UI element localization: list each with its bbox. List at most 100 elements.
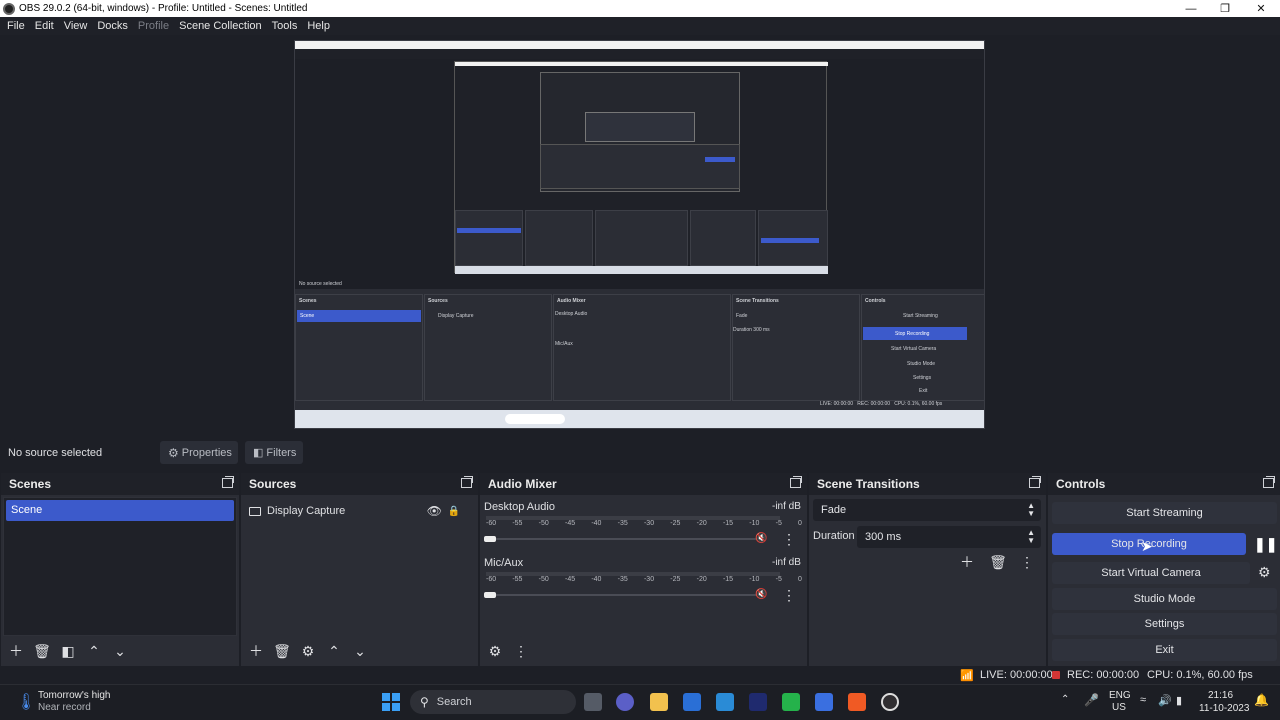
maximize-icon[interactable]: ❐ <box>1208 0 1242 17</box>
menu-tools[interactable]: Tools <box>267 20 303 32</box>
store-icon[interactable] <box>683 693 701 711</box>
lock-icon[interactable]: 🔒 <box>448 506 460 517</box>
volume-slider-handle[interactable] <box>484 536 496 542</box>
undock-icon[interactable] <box>1029 476 1041 488</box>
more-options-icon[interactable]: ⋮ <box>510 640 532 662</box>
menu-docks[interactable]: Docks <box>92 20 133 32</box>
filters-button[interactable]: ◧ Filters <box>245 441 303 464</box>
transition-select[interactable]: Fade ▲ ▼ <box>813 499 1041 521</box>
wifi-icon[interactable]: ≈ <box>1140 694 1146 706</box>
add-icon[interactable]: ＋ <box>956 551 978 573</box>
task-view-icon[interactable] <box>584 693 602 711</box>
menu-bar: File Edit View Docks Profile Scene Colle… <box>0 17 1280 35</box>
gear-icon[interactable]: ⚙ <box>297 640 319 662</box>
battery-icon[interactable]: ▮ <box>1176 694 1182 707</box>
menu-file[interactable]: File <box>2 20 30 32</box>
menu-edit[interactable]: Edit <box>30 20 59 32</box>
file-explorer-icon[interactable] <box>650 693 668 711</box>
preview-canvas[interactable]: No source selected Scenes Scene Sources … <box>294 40 985 429</box>
undock-icon[interactable] <box>1263 476 1275 488</box>
clock-time[interactable]: 21:16 <box>1208 690 1233 701</box>
minimize-icon[interactable]: — <box>1174 0 1208 17</box>
status-bar: 📶 LIVE: 00:00:00 REC: 00:00:00 CPU: 0.1%… <box>0 666 1280 684</box>
mouse-cursor-icon: ➤ <box>1141 538 1153 554</box>
muted-speaker-icon[interactable]: 🔇 <box>755 533 767 544</box>
volume-slider-handle[interactable] <box>484 592 496 598</box>
channel-name: Desktop Audio <box>484 501 555 513</box>
close-icon[interactable]: ✕ <box>1244 0 1278 17</box>
chevron-updown-icon: ▲ ▼ <box>1027 501 1035 518</box>
gear-icon: ⚙ <box>168 445 179 460</box>
language-line2[interactable]: US <box>1112 702 1126 713</box>
start-icon[interactable] <box>382 693 400 711</box>
move-up-icon[interactable]: ⌃ <box>83 640 105 662</box>
sources-list: Display Capture 👁 🔒 <box>243 497 476 636</box>
filter-icon[interactable]: ◧ <box>57 640 79 662</box>
sources-title: Sources <box>249 477 297 491</box>
teams-icon[interactable] <box>616 693 634 711</box>
add-icon[interactable]: ＋ <box>245 640 267 662</box>
vscode-icon[interactable] <box>716 693 734 711</box>
undock-icon[interactable] <box>461 476 473 488</box>
meter-scale: -60 -55 -50 -45 -40 -35 -30 -25 -20 -15 -10 -5 0 <box>486 576 802 583</box>
studio-mode-button[interactable]: Studio Mode <box>1052 588 1277 610</box>
more-options-icon[interactable]: ⋮ <box>1016 551 1038 573</box>
pause-icon[interactable]: ❚❚ <box>1254 536 1277 553</box>
channel-name: Mic/Aux <box>484 557 524 569</box>
move-down-icon[interactable]: ⌄ <box>109 640 131 662</box>
trash-icon[interactable]: 🗑 <box>271 640 293 662</box>
weather-line2[interactable]: Near record <box>38 702 91 713</box>
meter-scale: -60 -55 -50 -45 -40 -35 -30 -25 -20 -15 -10 -5 0 <box>486 520 802 527</box>
source-item[interactable]: Display Capture 👁 🔒 <box>249 502 470 520</box>
window-title: OBS 29.0.2 (64-bit, windows) - Profile: … <box>19 3 308 14</box>
menu-help[interactable]: Help <box>302 20 335 32</box>
scenes-title: Scenes <box>9 477 52 491</box>
gear-icon[interactable]: ⚙ <box>1258 564 1271 581</box>
taskbar-search[interactable]: ⚲ Search <box>410 690 576 714</box>
duration-spinbox[interactable]: 300 ms ▲ ▼ <box>857 526 1041 548</box>
trash-icon[interactable]: 🗑 <box>31 640 53 662</box>
audio-mixer-dock: Audio Mixer Desktop Audio -inf dB -60 -55… <box>479 473 807 666</box>
move-down-icon[interactable]: ⌄ <box>349 640 371 662</box>
start-streaming-button[interactable]: Start Streaming <box>1052 502 1277 524</box>
volume-icon[interactable]: 🔊 <box>1158 694 1172 707</box>
search-icon: ⚲ <box>420 695 429 709</box>
obs-icon[interactable] <box>881 693 899 711</box>
muted-speaker-icon[interactable]: 🔇 <box>755 589 767 600</box>
audio-mixer-title: Audio Mixer <box>488 477 557 491</box>
eye-icon[interactable]: 👁 <box>427 504 442 518</box>
menu-profile[interactable]: Profile <box>133 20 174 32</box>
undock-icon[interactable] <box>222 476 234 488</box>
clock-date[interactable]: 11-10-2023 <box>1199 703 1249 714</box>
microphone-icon[interactable]: 🎤 <box>1084 693 1099 707</box>
audio-settings-icon[interactable]: ⚙ <box>484 640 506 662</box>
more-options-icon[interactable]: ⋮ <box>782 531 796 548</box>
controls-dock: Controls Start Streaming Stop Recording … <box>1047 473 1280 666</box>
move-up-icon[interactable]: ⌃ <box>323 640 345 662</box>
add-icon[interactable]: ＋ <box>5 640 27 662</box>
brave-icon[interactable] <box>848 693 866 711</box>
weather-icon[interactable]: 🌡 <box>16 692 36 712</box>
selected-source-label: No source selected <box>8 447 103 459</box>
intellij-icon[interactable] <box>749 693 767 711</box>
settings-button[interactable]: Settings <box>1052 613 1277 635</box>
menu-scene-collection[interactable]: Scene Collection <box>174 20 267 32</box>
scene-item[interactable]: Scene <box>6 500 234 521</box>
start-virtual-camera-button[interactable]: Start Virtual Camera <box>1052 562 1250 584</box>
weather-line1[interactable]: Tomorrow's high <box>38 690 111 701</box>
volume-slider[interactable] <box>486 538 756 540</box>
more-options-icon[interactable]: ⋮ <box>782 587 796 604</box>
language-line1[interactable]: ENG <box>1109 690 1131 701</box>
menu-view[interactable]: View <box>59 20 93 32</box>
undock-icon[interactable] <box>790 476 802 488</box>
controls-title: Controls <box>1056 477 1106 491</box>
exit-button[interactable]: Exit <box>1052 639 1277 661</box>
duration-label: Duration <box>813 530 855 542</box>
trash-icon[interactable]: 🗑 <box>987 551 1009 573</box>
chevron-up-icon[interactable]: ⌃ <box>1061 694 1069 705</box>
pycharm-icon[interactable] <box>782 693 800 711</box>
notification-bell-icon[interactable]: 🔔 <box>1254 693 1269 707</box>
volume-slider[interactable] <box>486 594 756 596</box>
app-icon[interactable] <box>815 693 833 711</box>
properties-button[interactable]: ⚙ Properties <box>160 441 238 464</box>
